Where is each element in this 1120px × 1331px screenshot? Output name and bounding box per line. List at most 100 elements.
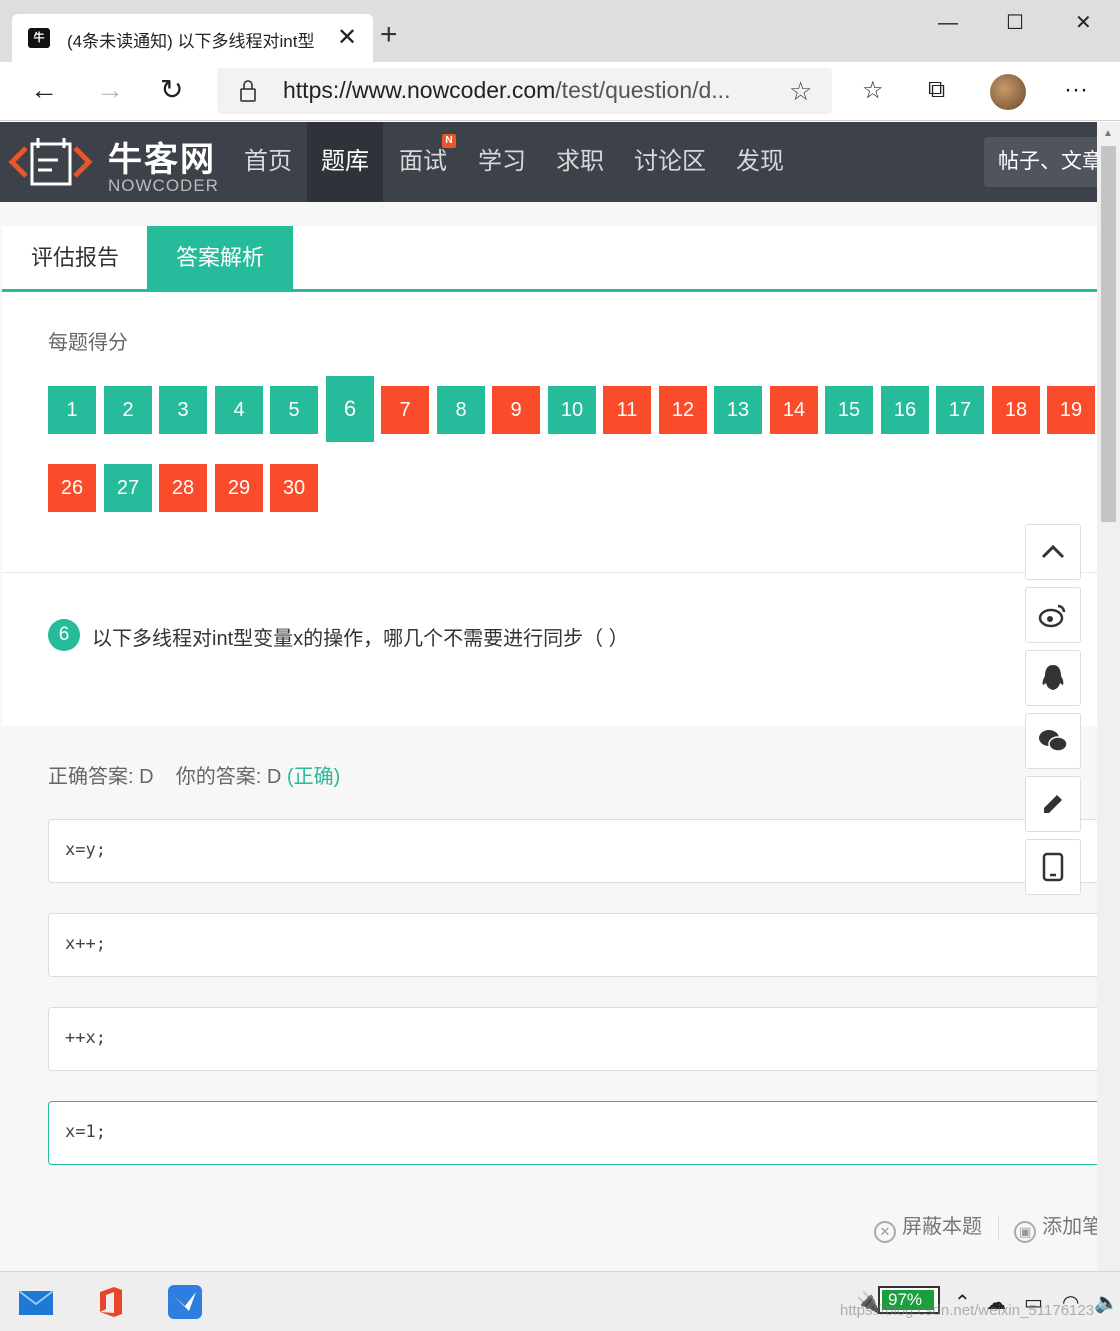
forward-icon[interactable]: →	[96, 74, 124, 106]
question-11-button[interactable]: 11	[603, 386, 651, 434]
question-actions: ✕ 屏蔽本题 ▣ 添加笔	[874, 1210, 1097, 1243]
back-icon[interactable]: ←	[30, 74, 58, 106]
favorites-icon[interactable]: ☆	[862, 76, 884, 105]
your-answer: 你的答案: D	[175, 766, 282, 788]
answer-status: (正确)	[286, 766, 341, 788]
favorite-star-icon[interactable]: ☆	[789, 76, 812, 107]
action-separator	[997, 1214, 999, 1241]
question-2-button[interactable]: 2	[104, 386, 152, 434]
weibo-icon	[1038, 604, 1066, 628]
logo-text-cn: 牛客网	[108, 141, 216, 179]
question-26-button[interactable]: 26	[48, 464, 96, 512]
refresh-icon[interactable]: ↻	[160, 74, 183, 106]
nav-jobs[interactable]: 求职	[542, 122, 618, 202]
web-page: 牛客网 NOWCODER 首页 题库 面试 N 学习 求职 讨论区 发现 帖子、…	[0, 122, 1097, 1271]
question-14-button[interactable]: 14	[770, 386, 818, 434]
new-badge: N	[442, 134, 456, 148]
minimize-button[interactable]: —	[938, 8, 958, 38]
browser-window: 牛 (4条未读通知) 以下多线程对int型 ✕ + — ☐ ✕ ← → ↻ ht…	[0, 0, 1120, 1271]
option-d[interactable]: x=1;	[48, 1101, 1097, 1165]
question-12-button[interactable]: 12	[659, 386, 707, 434]
question-19-button[interactable]: 19	[1047, 386, 1095, 434]
hide-question-label: 屏蔽本题	[902, 1216, 982, 1238]
answer-summary: 正确答案: D 你的答案: D (正确)	[48, 760, 340, 789]
option-c[interactable]: ++x;	[48, 1007, 1097, 1071]
question-17-button[interactable]: 17	[936, 386, 984, 434]
profile-avatar[interactable]	[990, 74, 1026, 110]
qq-penguin-icon	[1042, 665, 1064, 690]
volume-icon[interactable]: 🔈	[1094, 1290, 1119, 1315]
collections-icon[interactable]: ⧉	[928, 76, 945, 104]
question-13-button[interactable]: 13	[714, 386, 762, 434]
add-note-label: 添加笔	[1042, 1216, 1097, 1238]
close-window-button[interactable]: ✕	[1075, 8, 1092, 38]
mail-app-icon[interactable]	[18, 1284, 54, 1320]
add-note-button[interactable]: ▣ 添加笔	[1014, 1216, 1097, 1243]
score-per-question-label: 每题得分	[48, 332, 128, 354]
question-3-button[interactable]: 3	[159, 386, 207, 434]
lock-icon	[240, 80, 256, 102]
option-code: x=1;	[65, 1122, 106, 1142]
site-search-input[interactable]: 帖子、文章	[984, 137, 1097, 187]
browser-tab[interactable]: 牛 (4条未读通知) 以下多线程对int型 ✕	[12, 14, 373, 62]
correct-answer: 正确答案: D	[48, 766, 154, 788]
question-9-button[interactable]: 9	[492, 386, 540, 434]
question-5-button[interactable]: 5	[270, 386, 318, 434]
new-tab-button[interactable]: +	[380, 20, 398, 50]
more-menu-icon[interactable]: ···	[1064, 76, 1088, 104]
option-a[interactable]: x=y;	[48, 819, 1097, 883]
address-bar[interactable]: https://www.nowcoder.com/test/question/d…	[217, 68, 832, 114]
question-30-button[interactable]: 30	[270, 464, 318, 512]
question-27-button[interactable]: 27	[104, 464, 152, 512]
close-circle-icon: ✕	[874, 1221, 896, 1243]
nav-discuss[interactable]: 讨论区	[620, 122, 720, 202]
result-tabs: 评估报告 答案解析	[2, 226, 1097, 292]
tab-analysis[interactable]: 答案解析	[147, 226, 294, 289]
question-10-button[interactable]: 10	[548, 386, 596, 434]
feedback-button[interactable]	[1025, 776, 1081, 832]
question-16-button[interactable]: 16	[881, 386, 929, 434]
divider	[2, 572, 1097, 573]
url-text: https://www.nowcoder.com/test/question/d…	[283, 77, 731, 103]
question-15-button[interactable]: 15	[825, 386, 873, 434]
mobile-app-button[interactable]	[1025, 839, 1081, 895]
hide-question-button[interactable]: ✕ 屏蔽本题	[874, 1216, 982, 1243]
option-code: x++;	[65, 934, 106, 954]
back-to-top-button[interactable]	[1025, 524, 1081, 580]
question-text: 以下多线程对int型变量x的操作，哪几个不需要进行同步（ ）	[92, 628, 629, 650]
question-28-button[interactable]: 28	[159, 464, 207, 512]
office-app-icon[interactable]	[92, 1284, 128, 1320]
question-29-button[interactable]: 29	[215, 464, 263, 512]
option-b[interactable]: x++;	[48, 913, 1097, 977]
pencil-icon	[1044, 795, 1062, 813]
nav-study[interactable]: 学习	[464, 122, 540, 202]
browser-toolbar: ← → ↻ https://www.nowcoder.com/test/ques…	[0, 62, 1120, 121]
maximize-button[interactable]: ☐	[1006, 8, 1024, 38]
page-scrollbar[interactable]: ▲	[1097, 122, 1120, 1271]
share-qq-button[interactable]	[1025, 650, 1081, 706]
question-6-button[interactable]: 6	[326, 376, 374, 442]
messenger-app-icon[interactable]	[167, 1284, 203, 1320]
question-7-button[interactable]: 7	[381, 386, 429, 434]
nav-home[interactable]: 首页	[230, 122, 306, 202]
close-tab-icon[interactable]: ✕	[337, 24, 357, 52]
question-4-button[interactable]: 4	[215, 386, 263, 434]
share-weibo-button[interactable]	[1025, 587, 1081, 643]
main-content: 评估报告 答案解析 每题得分 1 2 3 4 5 6 7 8 9 10 11 12 13 14 15 16 17…	[2, 226, 1097, 1271]
scroll-thumb[interactable]	[1101, 146, 1116, 522]
nav-discover[interactable]: 发现	[722, 122, 798, 202]
question-8-button[interactable]: 8	[437, 386, 485, 434]
nowcoder-logo-icon[interactable]	[8, 130, 93, 194]
question-18-button[interactable]: 18	[992, 386, 1040, 434]
answer-section: 正确答案: D 你的答案: D (正确) x=y; x++; ++x; x=1;…	[2, 726, 1097, 1271]
watermark-text: https://blog.csdn.net/weixin_51176123	[840, 1302, 1095, 1319]
tab-report[interactable]: 评估报告	[2, 226, 148, 289]
wechat-icon	[1039, 730, 1068, 752]
option-code: ++x;	[65, 1028, 106, 1048]
question-1-button[interactable]: 1	[48, 386, 96, 434]
nav-question-bank[interactable]: 题库	[307, 122, 383, 202]
share-wechat-button[interactable]	[1025, 713, 1081, 769]
book-icon: ▣	[1014, 1221, 1037, 1243]
scroll-up-arrow-icon[interactable]: ▲	[1103, 128, 1113, 139]
nowcoder-favicon-icon: 牛	[28, 28, 50, 48]
